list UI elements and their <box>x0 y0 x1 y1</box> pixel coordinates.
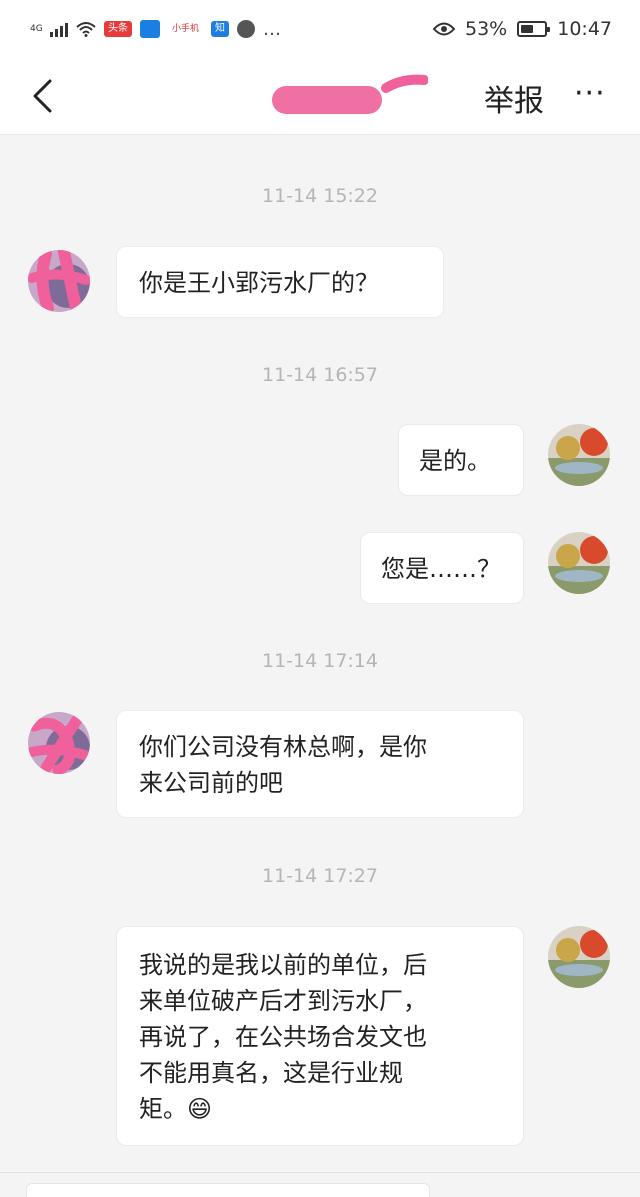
wifi-icon <box>76 22 96 37</box>
my-avatar[interactable] <box>548 926 610 988</box>
chevron-left-icon <box>33 79 52 113</box>
timestamp: 11-14 15:22 <box>261 185 378 207</box>
status-bar: 4G 头条 小手机 知 … 53% 10:47 <box>0 0 640 58</box>
clock: 10:47 <box>557 18 612 40</box>
message-line: 来公司前的吧 <box>139 769 283 797</box>
timestamp: 11-14 17:27 <box>261 865 378 887</box>
message-text: 您是……？ <box>381 555 501 583</box>
network-type: 4G <box>30 23 43 34</box>
status-left: 4G 头条 小手机 知 … <box>30 16 282 42</box>
message-line: 再说了，在公共场合发文也 <box>139 1023 427 1051</box>
battery-percent: 53% <box>465 18 508 40</box>
battery-icon <box>517 21 551 37</box>
back-button[interactable] <box>22 76 62 116</box>
message-text: 你是王小郢污水厂的？ <box>139 269 379 297</box>
more-options-button[interactable]: ··· <box>574 76 606 111</box>
message-bubble-incoming[interactable]: 你是王小郢污水厂的？ <box>116 246 444 318</box>
message-line: 不能用真名，这是行业规 <box>139 1059 403 1087</box>
app-icon <box>140 20 160 38</box>
timestamp: 11-14 16:57 <box>261 364 378 386</box>
redaction-scribble <box>272 74 428 114</box>
message-bubble-outgoing[interactable]: 您是……？ <box>360 532 524 604</box>
signal-icon <box>50 21 68 37</box>
small-app-icon: 小手机 <box>172 24 200 34</box>
report-button[interactable]: 举报 <box>484 76 544 120</box>
battery-level <box>521 25 533 33</box>
more-notifications-icon: … <box>263 18 283 40</box>
contact-avatar[interactable] <box>28 250 90 312</box>
my-avatar[interactable] <box>548 424 610 486</box>
message-text: 是的。 <box>419 447 491 475</box>
status-right: 53% 10:47 <box>433 17 612 41</box>
message-input[interactable] <box>26 1183 430 1197</box>
zhihu-icon: 知 <box>211 21 230 37</box>
message-bubble-incoming[interactable]: 你们公司没有林总啊，是你 来公司前的吧 <box>116 710 524 818</box>
input-bar <box>0 1172 640 1197</box>
eye-icon <box>433 22 455 36</box>
message-bubble-outgoing[interactable]: 我说的是我以前的单位，后 来单位破产后才到污水厂， 再说了，在公共场合发文也 不… <box>116 926 524 1146</box>
toutiao-app-icon: 头条 <box>104 21 132 37</box>
hand-icon <box>237 20 256 38</box>
my-avatar[interactable] <box>548 532 610 594</box>
message-line: 你们公司没有林总啊，是你 <box>139 733 427 761</box>
message-line: 我说的是我以前的单位，后 <box>139 951 427 979</box>
contact-avatar[interactable] <box>28 712 90 774</box>
message-bubble-outgoing[interactable]: 是的。 <box>398 424 524 496</box>
message-line: 来单位破产后才到污水厂， <box>139 987 427 1015</box>
timestamp: 11-14 17:14 <box>261 650 378 672</box>
message-line: 矩。😄 <box>139 1095 213 1123</box>
